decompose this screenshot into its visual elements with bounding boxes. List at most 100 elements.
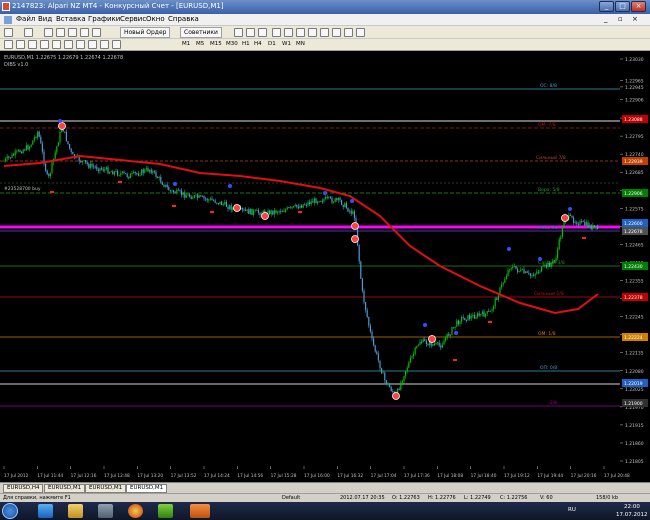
candle-body <box>504 279 506 283</box>
candle-chart-icon[interactable] <box>246 28 255 37</box>
market-watch-icon[interactable] <box>44 28 53 37</box>
cursor-icon[interactable] <box>4 40 13 49</box>
candle-body <box>400 382 402 390</box>
close-button[interactable]: × <box>631 1 646 12</box>
candle-body <box>192 197 194 199</box>
candle-body <box>112 171 114 175</box>
candle-body <box>481 311 483 315</box>
crosshair-icon[interactable] <box>16 40 25 49</box>
tab-eurusd-m1-active[interactable]: EURUSD,M1 <box>126 484 168 493</box>
candle-body <box>302 204 304 208</box>
tf-m1[interactable]: M1 <box>182 41 190 47</box>
vertical-line-icon[interactable] <box>28 40 37 49</box>
candle-body <box>241 208 243 210</box>
child-close-icon[interactable]: × <box>632 15 638 23</box>
price-chart[interactable]: OC: 8/8 OM: 7/8 Сильный 7/8 Верх: 5/8 Pivot … <box>0 51 650 482</box>
chrome-taskbar-icon[interactable] <box>128 504 143 518</box>
trendline-icon[interactable] <box>52 40 61 49</box>
candle-body <box>243 209 245 211</box>
text-tool-icon[interactable] <box>88 40 97 49</box>
menu-view[interactable]: Вид <box>38 15 52 23</box>
start-button[interactable] <box>2 503 18 519</box>
chart-menu-icon[interactable] <box>4 16 12 24</box>
tf-d1[interactable]: D1 <box>268 41 276 47</box>
candle-body <box>270 210 272 215</box>
bar-chart-icon[interactable] <box>234 28 243 37</box>
utorrent-taskbar-icon[interactable] <box>158 504 173 518</box>
fibo-icon[interactable] <box>76 40 85 49</box>
zoom-in-icon[interactable] <box>272 28 281 37</box>
language-indicator[interactable]: RU <box>568 507 576 513</box>
tf-w1[interactable]: W1 <box>282 41 291 47</box>
clock-time[interactable]: 22:00 <box>624 504 640 510</box>
candle-body <box>273 210 275 215</box>
fractal-dash <box>118 181 122 183</box>
periods-icon[interactable] <box>344 28 353 37</box>
candle-body <box>195 194 197 196</box>
title-bar[interactable]: 2147823: Alpari NZ MT4 - Конкурсный Счет… <box>0 0 650 14</box>
tf-m15[interactable]: M15 <box>210 41 222 47</box>
signal-marker <box>428 335 436 343</box>
menu-charts[interactable]: Графики <box>88 15 120 23</box>
candle-body <box>209 198 211 200</box>
menu-file[interactable]: Файл <box>16 15 35 23</box>
candle-body <box>72 151 74 155</box>
maximize-button[interactable]: □ <box>615 1 630 12</box>
data-window-icon[interactable] <box>56 28 65 37</box>
tab-eurusd-m1-a[interactable]: EURUSD,M1 <box>44 484 86 493</box>
tf-m5[interactable]: M5 <box>196 41 204 47</box>
terminal-icon[interactable] <box>80 28 89 37</box>
candle-body <box>125 173 127 174</box>
level-label: Pivot 4/8 <box>538 225 558 231</box>
chart-canvas[interactable]: OC: 8/8 OM: 7/8 Сильный 7/8 Верх: 5/8 Pivot … <box>0 51 650 482</box>
new-chart-icon[interactable] <box>4 28 13 37</box>
label-tool-icon[interactable] <box>100 40 109 49</box>
media-taskbar-icon[interactable] <box>98 504 113 518</box>
main-toolbar: Новый Ордер Советники <box>0 26 650 39</box>
menu-insert[interactable]: Вставка <box>56 15 86 23</box>
child-minimize-icon[interactable]: _ <box>604 15 608 23</box>
candle-body <box>369 325 371 332</box>
navigator-icon[interactable] <box>68 28 77 37</box>
tab-eurusd-h4[interactable]: EURUSD,H4 <box>3 484 44 493</box>
alpari-taskbar-icon[interactable] <box>190 504 210 518</box>
candle-body <box>339 197 341 201</box>
new-order-button[interactable]: Новый Ордер <box>120 27 171 38</box>
tester-icon[interactable] <box>92 28 101 37</box>
explorer-taskbar-icon[interactable] <box>68 504 83 518</box>
ie-taskbar-icon[interactable] <box>38 504 53 518</box>
menu-window[interactable]: Окно <box>146 15 165 23</box>
candle-body <box>360 261 362 279</box>
profiles-icon[interactable] <box>24 28 33 37</box>
arrows-tool-icon[interactable] <box>112 40 121 49</box>
zoom-out-icon[interactable] <box>284 28 293 37</box>
horizontal-line-icon[interactable] <box>40 40 49 49</box>
menu-tools[interactable]: Сервис <box>120 15 146 23</box>
line-chart-icon[interactable] <box>258 28 267 37</box>
time-tick-label: 17 Jul 18:08 <box>437 473 463 479</box>
tile-windows-icon[interactable] <box>296 28 305 37</box>
experts-button[interactable]: Советники <box>180 27 222 38</box>
menu-help[interactable]: Справка <box>168 15 199 23</box>
tf-h1[interactable]: H1 <box>242 41 250 47</box>
indicators-icon[interactable] <box>332 28 341 37</box>
channel-icon[interactable] <box>64 40 73 49</box>
child-restore-icon[interactable]: ▫ <box>618 15 623 23</box>
tf-h4[interactable]: H4 <box>254 41 262 47</box>
candle-body <box>483 311 485 317</box>
candle-body <box>45 163 47 171</box>
candle-body <box>280 211 282 212</box>
clock-date[interactable]: 17.07.2012 <box>616 512 648 518</box>
templates-icon[interactable] <box>356 28 365 37</box>
menu-bar: Файл Вид Вставка Графики Сервис Окно Спр… <box>0 14 650 26</box>
autoscroll-icon[interactable] <box>320 28 329 37</box>
candle-body <box>198 195 200 198</box>
minimize-button[interactable]: _ <box>599 1 614 12</box>
tf-mn[interactable]: MN <box>296 41 305 47</box>
level-label: Сильный 2/8 <box>534 290 564 297</box>
tab-eurusd-m1-b[interactable]: EURUSD,M1 <box>85 484 127 493</box>
price-tick-label: 1.22465 <box>625 242 644 248</box>
candle-body <box>461 317 463 322</box>
chart-shift-icon[interactable] <box>308 28 317 37</box>
tf-m30[interactable]: M30 <box>226 41 238 47</box>
